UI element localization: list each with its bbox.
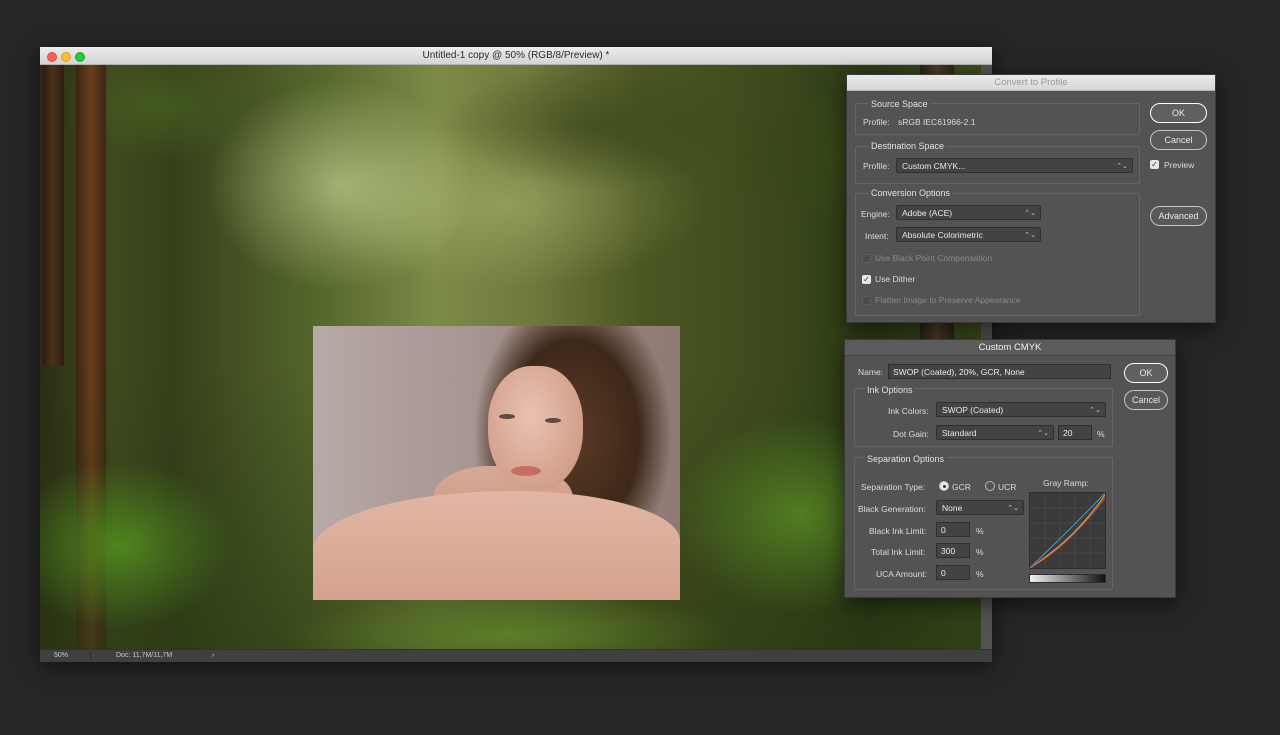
gcr-radio[interactable] (939, 481, 949, 491)
dot-gain-percent: % (1097, 429, 1105, 439)
chevron-updown-icon: ⌃⌄ (1089, 407, 1101, 414)
dot-gain-value: Standard (942, 428, 977, 438)
chevron-updown-icon: ⌃⌄ (1024, 232, 1036, 239)
conversion-options-label: Conversion Options (869, 188, 953, 198)
intent-label: Intent: (865, 231, 889, 241)
preview-label: Preview (1164, 160, 1195, 170)
engine-select[interactable]: Adobe (ACE) ⌃⌄ (896, 205, 1041, 220)
black-generation-label: Black Generation: (858, 504, 926, 514)
destination-space-label: Destination Space (869, 141, 947, 151)
black-generation-value: None (942, 503, 963, 513)
dot-gain-select[interactable]: Standard ⌃⌄ (936, 425, 1054, 440)
chevron-updown-icon: ⌃⌄ (1116, 163, 1128, 170)
document-size-info: Doc: 11,7M/11,7M (116, 652, 173, 659)
intent-select[interactable]: Absolute Colorimetric ⌃⌄ (896, 227, 1041, 242)
source-profile-value: sRGB IEC61966-2.1 (898, 117, 976, 127)
ink-colors-select[interactable]: SWOP (Coated) ⌃⌄ (936, 402, 1106, 417)
convert-to-profile-dialog: Convert to Profile Source Space Profile:… (846, 74, 1216, 323)
total-ink-limit-label: Total Ink Limit: (871, 547, 926, 557)
portrait-layer[interactable] (313, 326, 680, 600)
advanced-button[interactable]: Advanced (1150, 206, 1207, 226)
ok-button[interactable]: OK (1150, 103, 1207, 123)
cmyk-cancel-button[interactable]: Cancel (1124, 390, 1168, 410)
uca-amount-percent: % (976, 569, 984, 579)
cmyk-ok-button[interactable]: OK (1124, 363, 1168, 383)
gray-ramp-curves (1029, 492, 1106, 569)
document-title: Untitled-1 copy @ 50% (RGB/8/Preview) * (422, 50, 610, 61)
checkmark-icon: ✓ (863, 275, 870, 284)
black-ink-limit-label: Black Ink Limit: (869, 526, 927, 536)
black-ink-limit-percent: % (976, 526, 984, 536)
gray-ramp-label: Gray Ramp: (1043, 478, 1089, 488)
cancel-button[interactable]: Cancel (1150, 130, 1207, 150)
destination-profile-label: Profile: (863, 161, 890, 171)
preview-checkbox[interactable]: ✓ (1150, 160, 1159, 169)
chevron-updown-icon: ⌃⌄ (1007, 505, 1019, 512)
use-dither-label: Use Dither (875, 274, 916, 284)
dialog-title: Convert to Profile (847, 75, 1215, 91)
portrait-arm (313, 491, 680, 600)
forest-canopy (40, 65, 981, 275)
black-ink-limit-input[interactable]: 0 (936, 522, 970, 537)
custom-cmyk-dialog: Custom CMYK Name: SWOP (Coated), 20%, GC… (844, 339, 1176, 598)
flatten-image-checkbox[interactable] (862, 296, 871, 305)
chevron-updown-icon: ⌃⌄ (1024, 210, 1036, 217)
status-menu-arrow-icon[interactable]: › (212, 651, 214, 661)
flatten-image-label: Flatten Image to Preserve Appearance (875, 295, 1021, 305)
uca-amount-input[interactable]: 0 (936, 565, 970, 580)
uca-amount-label: UCA Amount: (876, 569, 928, 579)
ink-options-label: Ink Options (865, 385, 915, 395)
dialog-title: Custom CMYK (845, 340, 1175, 356)
destination-profile-value: Custom CMYK... (902, 161, 966, 171)
black-point-label: Use Black Point Compensation (875, 253, 993, 263)
dot-gain-label: Dot Gain: (893, 429, 929, 439)
chevron-updown-icon: ⌃⌄ (1037, 430, 1049, 437)
portrait-lips (511, 466, 541, 476)
ink-colors-label: Ink Colors: (888, 406, 929, 416)
portrait-eye (545, 418, 561, 423)
ucr-radio[interactable] (985, 481, 995, 491)
black-generation-select[interactable]: None ⌃⌄ (936, 500, 1024, 515)
gcr-label: GCR (952, 482, 971, 492)
total-ink-limit-percent: % (976, 547, 984, 557)
ucr-label: UCR (998, 482, 1017, 492)
checkmark-icon: ✓ (1151, 160, 1158, 169)
total-ink-limit-input[interactable]: 300 (936, 543, 970, 558)
use-dither-checkbox[interactable]: ✓ (862, 275, 871, 284)
black-point-checkbox[interactable] (862, 254, 871, 263)
separation-type-label: Separation Type: (861, 482, 926, 492)
ink-colors-value: SWOP (Coated) (942, 405, 1004, 415)
gray-ramp-gradient-bar (1029, 574, 1106, 583)
destination-profile-select[interactable]: Custom CMYK... ⌃⌄ (896, 158, 1133, 173)
zoom-level-field[interactable]: 50% (46, 651, 91, 661)
dot-gain-amount-input[interactable]: 20 (1058, 425, 1092, 440)
intent-value: Absolute Colorimetric (902, 230, 983, 240)
source-profile-label: Profile: (863, 117, 890, 127)
separation-options-label: Separation Options (865, 454, 947, 464)
document-titlebar[interactable]: Untitled-1 copy @ 50% (RGB/8/Preview) * (40, 47, 992, 65)
portrait-eye (499, 414, 515, 419)
engine-label: Engine: (861, 209, 890, 219)
gray-ramp-graph (1029, 492, 1106, 569)
name-input[interactable]: SWOP (Coated), 20%, GCR, None (888, 364, 1111, 379)
name-label: Name: (858, 367, 884, 377)
image-canvas[interactable] (40, 65, 981, 649)
source-space-label: Source Space (869, 99, 930, 109)
engine-value: Adobe (ACE) (902, 208, 953, 218)
tree-trunk (42, 65, 64, 365)
document-status-bar: 50% Doc: 11,7M/11,7M › (40, 649, 992, 662)
